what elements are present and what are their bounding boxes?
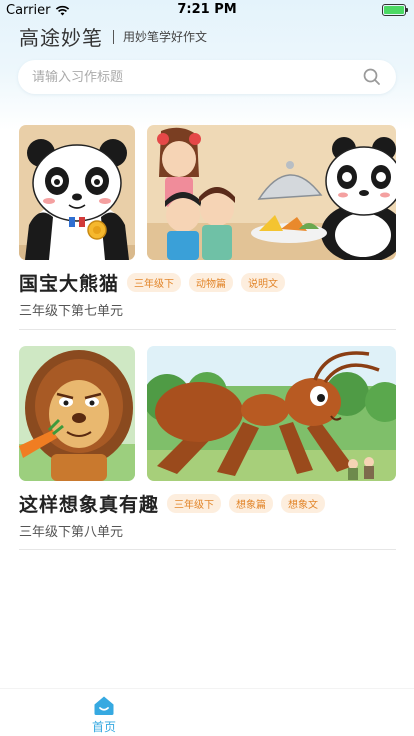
tag-category: 想象篇 xyxy=(229,493,274,513)
tab-bar: 首页 xyxy=(0,688,414,736)
card-title: 这样想象真有趣 xyxy=(19,493,160,516)
panda-children-image[interactable] xyxy=(147,125,396,260)
home-icon xyxy=(94,696,114,715)
search-icon[interactable] xyxy=(362,67,382,87)
tab-home[interactable]: 首页 xyxy=(82,695,126,735)
giant-ant-image[interactable] xyxy=(147,346,396,481)
header-divider xyxy=(113,29,114,44)
app-subtitle: 用妙笔学好作文 xyxy=(123,30,208,44)
card-divider xyxy=(19,329,396,330)
tab-home-label: 首页 xyxy=(91,720,116,734)
tag-grade: 三年级下 xyxy=(167,493,222,513)
search-input[interactable] xyxy=(32,69,362,85)
lion-carrot-image[interactable] xyxy=(19,346,135,481)
tag-category: 动物篇 xyxy=(189,272,234,292)
essay-card-panda[interactable]: 国宝大熊猫 三年级下 动物篇 说明文 三年级下第七单元 xyxy=(19,125,396,319)
tag-genre: 说明文 xyxy=(241,272,286,292)
status-bar: Carrier 7:21 PM xyxy=(0,0,414,20)
app-title: 高途妙笔 xyxy=(19,26,103,50)
battery-icon xyxy=(382,4,408,16)
search-bar[interactable] xyxy=(18,60,396,94)
app-header: 高途妙笔 用妙笔学好作文 xyxy=(19,22,207,51)
card-title: 国宝大熊猫 xyxy=(19,272,120,295)
essay-card-imagination[interactable]: 这样想象真有趣 三年级下 想象篇 想象文 三年级下第八单元 xyxy=(19,346,396,540)
tag-genre: 想象文 xyxy=(281,493,326,513)
tag-grade: 三年级下 xyxy=(127,272,182,292)
card-divider xyxy=(19,549,396,550)
status-time: 7:21 PM xyxy=(177,2,237,17)
card-unit: 三年级下第七单元 xyxy=(19,304,124,319)
card-unit: 三年级下第八单元 xyxy=(19,525,124,540)
panda-medal-image[interactable] xyxy=(19,125,135,260)
battery-level xyxy=(384,6,404,14)
